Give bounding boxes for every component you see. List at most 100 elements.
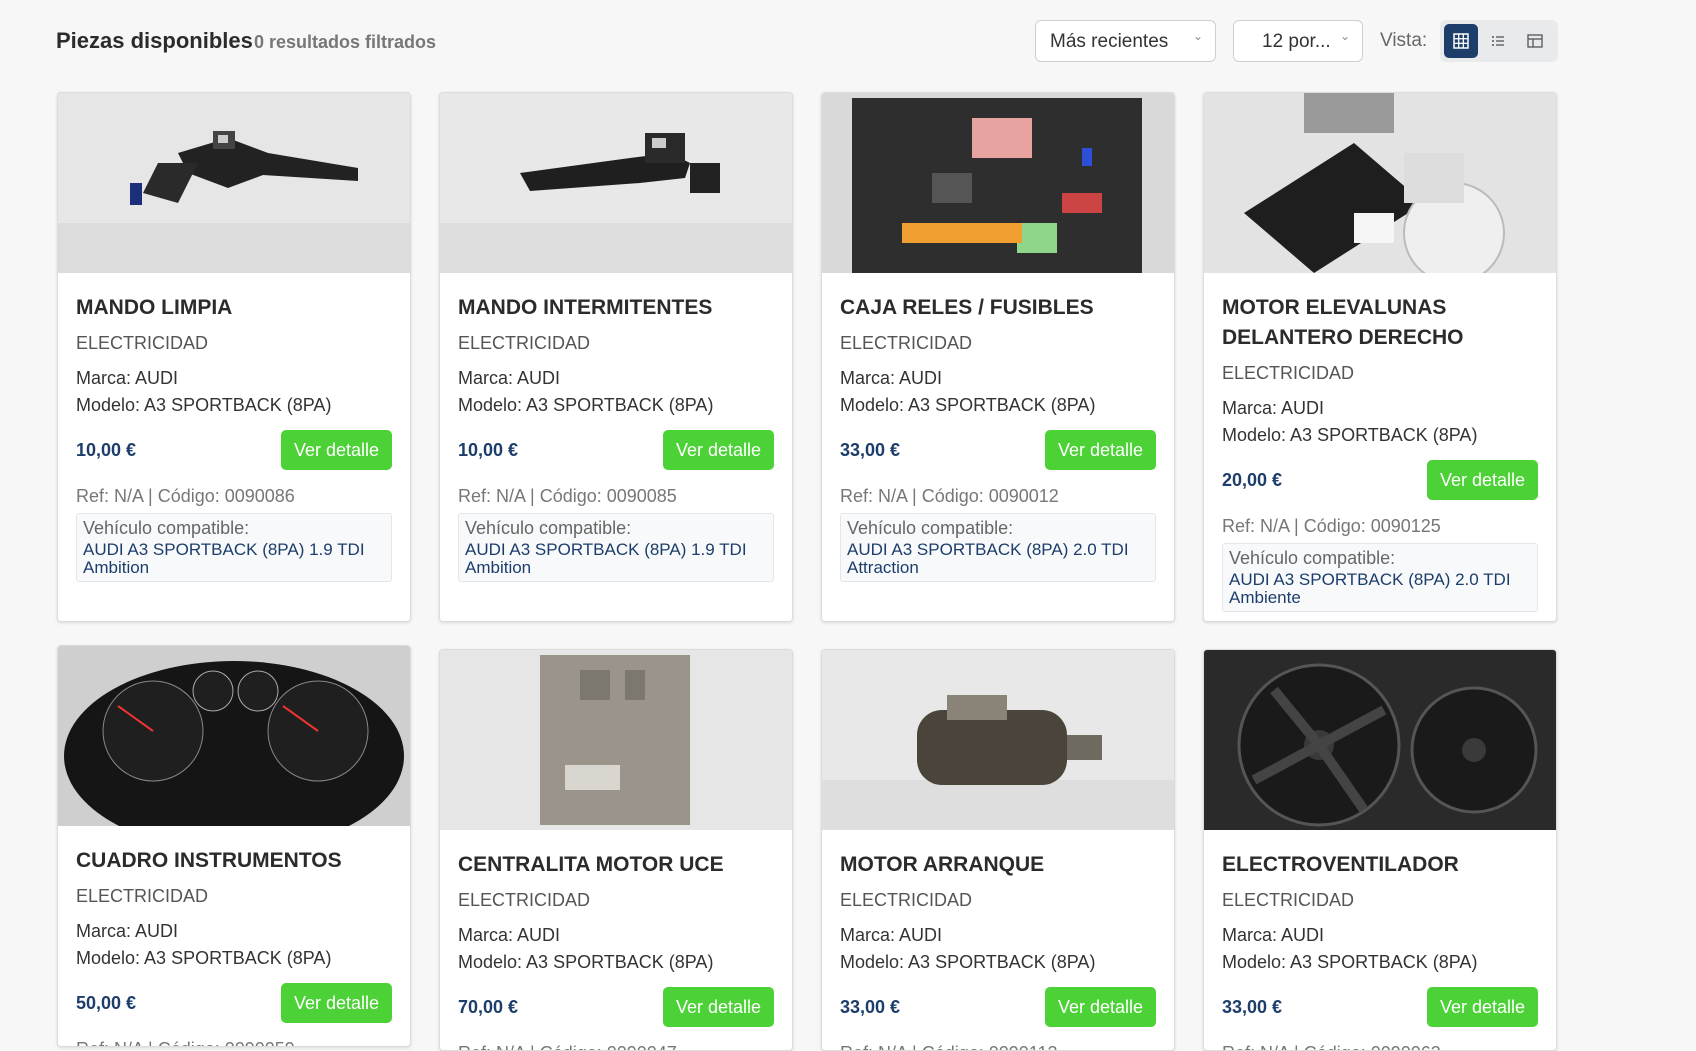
compatible-vehicle-box: Vehículo compatible: AUDI A3 SPORTBACK (…: [458, 513, 774, 582]
product-reference: Ref: N/A | Código: 0090059: [76, 1039, 392, 1046]
product-category: ELECTRICIDAD: [458, 890, 591, 910]
compatible-vehicle-label: Vehículo compatible:: [847, 518, 1014, 538]
product-category: ELECTRICIDAD: [840, 333, 973, 353]
product-price: 10,00 €: [458, 440, 519, 460]
product-reference: Ref: N/A | Código: 0090063: [1222, 1043, 1538, 1050]
product-card: CUADRO INSTRUMENTOS ELECTRICIDAD Marca: …: [57, 645, 411, 1047]
product-card: MOTOR ARRANQUE ELECTRICIDAD Marca: AUDI …: [821, 649, 1175, 1051]
product-card: MOTOR ELEVALUNAS DELANTERO DERECHO ELECT…: [1203, 92, 1557, 622]
per-page-select-value: 12 por...: [1262, 31, 1331, 52]
compatible-vehicle-label: Vehículo compatible:: [83, 518, 250, 538]
chevron-down-icon: ⌄: [1192, 29, 1203, 43]
chevron-down-icon: ⌄: [1339, 29, 1350, 43]
compatible-vehicle-box: Vehículo compatible: AUDI A3 SPORTBACK (…: [840, 513, 1156, 582]
product-image[interactable]: [1204, 650, 1556, 830]
sort-select-value: Más recientes: [1050, 31, 1169, 52]
sort-select[interactable]: Más recientes ⌄: [1035, 20, 1216, 62]
product-image[interactable]: [822, 650, 1174, 830]
product-card: MANDO INTERMITENTES ELECTRICIDAD Marca: …: [439, 92, 793, 622]
compatible-vehicle-box: Vehículo compatible: AUDI A3 SPORTBACK (…: [1222, 543, 1538, 612]
compatible-vehicle-box: Vehículo compatible: AUDI A3 SPORTBACK (…: [76, 513, 392, 582]
product-reference: Ref: N/A | Código: 0090086: [76, 486, 295, 506]
view-detail-button[interactable]: Ver detalle: [280, 430, 392, 470]
product-model: Modelo: A3 SPORTBACK (8PA): [76, 948, 332, 968]
product-model: Modelo: A3 SPORTBACK (8PA): [458, 395, 714, 415]
product-brand: Marca: AUDI: [458, 925, 561, 945]
product-brand: Marca: AUDI: [1222, 398, 1325, 418]
product-model: Modelo: A3 SPORTBACK (8PA): [458, 952, 714, 972]
product-brand: Marca: AUDI: [458, 368, 561, 388]
product-category: ELECTRICIDAD: [458, 333, 591, 353]
view-detail-button[interactable]: Ver detalle: [280, 983, 392, 1023]
product-title[interactable]: MOTOR ARRANQUE: [840, 850, 1156, 880]
grid-icon: [1453, 33, 1469, 49]
product-title[interactable]: CUADRO INSTRUMENTOS: [76, 846, 392, 876]
product-image[interactable]: [58, 646, 410, 826]
product-price: 33,00 €: [840, 997, 901, 1017]
product-category: ELECTRICIDAD: [1222, 363, 1355, 383]
product-brand: Marca: AUDI: [840, 368, 943, 388]
view-detail-button[interactable]: Ver detalle: [1426, 987, 1538, 1027]
product-reference: Ref: N/A | Código: 0090085: [458, 486, 677, 506]
product-brand: Marca: AUDI: [840, 925, 943, 945]
view-toggle-group: [1440, 20, 1558, 62]
results-count: 0 resultados filtrados: [254, 32, 437, 52]
grid-view-button[interactable]: [1444, 24, 1478, 58]
table-icon: [1527, 34, 1543, 48]
product-image[interactable]: [440, 650, 792, 830]
view-label: Vista:: [1380, 30, 1428, 51]
product-image[interactable]: [1204, 93, 1556, 273]
compatible-vehicle-name: AUDI A3 SPORTBACK (8PA) 2.0 TDI Ambiente: [1229, 570, 1511, 607]
table-view-button[interactable]: [1518, 24, 1552, 58]
compatible-vehicle-name: AUDI A3 SPORTBACK (8PA) 1.9 TDI Ambition: [83, 540, 365, 577]
page-title: Piezas disponibles: [56, 28, 253, 53]
product-model: Modelo: A3 SPORTBACK (8PA): [1222, 425, 1478, 445]
product-card: CAJA RELES / FUSIBLES ELECTRICIDAD Marca…: [821, 92, 1175, 622]
product-reference: Ref: N/A | Código: 0090125: [1222, 516, 1441, 536]
product-card: MANDO LIMPIA ELECTRICIDAD Marca: AUDI Mo…: [57, 92, 411, 622]
results-header: Piezas disponibles 0 resultados filtrado…: [56, 20, 1558, 64]
product-image[interactable]: [58, 93, 410, 273]
product-price: 70,00 €: [458, 997, 519, 1017]
product-title[interactable]: MANDO LIMPIA: [76, 293, 392, 323]
compatible-vehicle-label: Vehículo compatible:: [1229, 548, 1396, 568]
product-price: 10,00 €: [76, 440, 137, 460]
list-icon: [1492, 36, 1504, 46]
product-model: Modelo: A3 SPORTBACK (8PA): [76, 395, 332, 415]
product-category: ELECTRICIDAD: [76, 333, 209, 353]
per-page-select[interactable]: 12 por... ⌄: [1233, 20, 1363, 62]
view-detail-button[interactable]: Ver detalle: [662, 430, 774, 470]
product-price: 50,00 €: [76, 993, 137, 1013]
product-price: 33,00 €: [840, 440, 901, 460]
product-title[interactable]: MOTOR ELEVALUNAS DELANTERO DERECHO: [1222, 293, 1538, 353]
compatible-vehicle-name: AUDI A3 SPORTBACK (8PA) 2.0 TDI Attracti…: [847, 540, 1129, 577]
compatible-vehicle-label: Vehículo compatible:: [465, 518, 632, 538]
product-title[interactable]: CENTRALITA MOTOR UCE: [458, 850, 774, 880]
view-detail-button[interactable]: Ver detalle: [1044, 987, 1156, 1027]
product-price: 20,00 €: [1222, 470, 1283, 490]
product-title[interactable]: MANDO INTERMITENTES: [458, 293, 774, 323]
product-category: ELECTRICIDAD: [76, 886, 209, 906]
product-image[interactable]: [440, 93, 792, 273]
product-image[interactable]: [822, 93, 1174, 273]
list-view-button[interactable]: [1481, 24, 1515, 58]
view-detail-button[interactable]: Ver detalle: [1044, 430, 1156, 470]
product-title[interactable]: ELECTROVENTILADOR: [1222, 850, 1538, 880]
product-model: Modelo: A3 SPORTBACK (8PA): [1222, 952, 1478, 972]
compatible-vehicle-name: AUDI A3 SPORTBACK (8PA) 1.9 TDI Ambition: [465, 540, 747, 577]
product-card: ELECTROVENTILADOR ELECTRICIDAD Marca: AU…: [1203, 649, 1557, 1051]
product-brand: Marca: AUDI: [1222, 925, 1325, 945]
product-category: ELECTRICIDAD: [840, 890, 973, 910]
view-detail-button[interactable]: Ver detalle: [662, 987, 774, 1027]
product-title[interactable]: CAJA RELES / FUSIBLES: [840, 293, 1156, 323]
product-model: Modelo: A3 SPORTBACK (8PA): [840, 395, 1096, 415]
product-brand: Marca: AUDI: [76, 368, 179, 388]
product-model: Modelo: A3 SPORTBACK (8PA): [840, 952, 1096, 972]
product-category: ELECTRICIDAD: [1222, 890, 1355, 910]
product-price: 33,00 €: [1222, 997, 1283, 1017]
product-brand: Marca: AUDI: [76, 921, 179, 941]
product-reference: Ref: N/A | Código: 0090047: [458, 1043, 774, 1050]
product-reference: Ref: N/A | Código: 0090012: [840, 486, 1059, 506]
view-detail-button[interactable]: Ver detalle: [1426, 460, 1538, 500]
product-reference: Ref: N/A | Código: 0090112: [840, 1043, 1156, 1050]
